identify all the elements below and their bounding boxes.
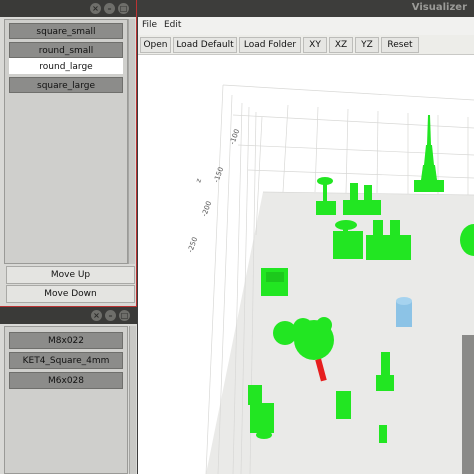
block-part (336, 391, 351, 419)
menu-file[interactable]: File (142, 20, 157, 30)
green-cylinder-part (379, 425, 387, 443)
minimize-icon[interactable]: – (104, 3, 115, 14)
reset-button[interactable]: Reset (381, 37, 419, 53)
scrollbar[interactable] (128, 19, 135, 264)
maximize-icon[interactable]: □ (118, 3, 129, 14)
open-button[interactable]: Open (140, 37, 171, 53)
list-item[interactable]: M8x022 (9, 332, 123, 349)
menu-edit[interactable]: Edit (164, 20, 181, 30)
list-item[interactable]: square_large (9, 77, 123, 93)
move-down-button[interactable]: Move Down (6, 285, 135, 303)
scrollbar[interactable] (129, 326, 136, 474)
3d-viewport[interactable]: -100 -150 -200 -250 z (138, 55, 474, 474)
axis-tick-label: -200 (200, 200, 213, 218)
close-icon[interactable]: × (90, 3, 101, 14)
shape-list: square_small round_small round_large squ… (4, 19, 128, 264)
titlebar: × – □ (0, 307, 137, 324)
maximize-icon[interactable]: □ (119, 310, 130, 321)
list-item-selected[interactable]: round_large (9, 58, 123, 74)
view-xz-button[interactable]: XZ (329, 37, 353, 53)
gray-panel-part (462, 335, 474, 474)
minimize-icon[interactable]: – (105, 310, 116, 321)
titlebar: Visualizer (138, 0, 474, 17)
list-item[interactable]: round_small (9, 42, 123, 58)
move-up-button[interactable]: Move Up (6, 266, 135, 284)
scene-svg: -100 -150 -200 -250 z (186, 84, 474, 474)
axis-tick-label: -250 (186, 236, 199, 254)
axis-name-label: z (194, 177, 203, 183)
blue-cylinder-part (396, 297, 412, 327)
axis-tick-label: -100 (228, 128, 241, 146)
axis-labels: -100 -150 -200 -250 z (186, 128, 241, 254)
toolbar: Open Load Default Load Folder XY XZ YZ R… (138, 35, 474, 55)
menu-bar: File Edit (138, 17, 474, 35)
view-yz-button[interactable]: YZ (355, 37, 379, 53)
view-xy-button[interactable]: XY (303, 37, 327, 53)
list-item[interactable]: KET4_Square_4mm (9, 352, 123, 369)
window-title: Visualizer (411, 2, 467, 13)
axis-tick-label: -150 (212, 166, 225, 184)
load-folder-button[interactable]: Load Folder (239, 37, 301, 53)
list-item[interactable]: M6x028 (9, 372, 123, 389)
titlebar: × – □ (0, 0, 136, 17)
shape-list-window: × – □ square_small round_small round_lar… (0, 0, 137, 307)
visualizer-window: Visualizer File Edit Open Load Default L… (138, 0, 474, 474)
cube-part (261, 268, 288, 296)
list-item[interactable]: square_small (9, 23, 123, 39)
desktop: × – □ square_small round_small round_lar… (0, 0, 474, 474)
load-default-button[interactable]: Load Default (173, 37, 237, 53)
part-list: M8x022 KET4_Square_4mm M6x028 (4, 326, 128, 474)
close-icon[interactable]: × (91, 310, 102, 321)
part-list-window: × – □ M8x022 KET4_Square_4mm M6x028 (0, 307, 137, 474)
